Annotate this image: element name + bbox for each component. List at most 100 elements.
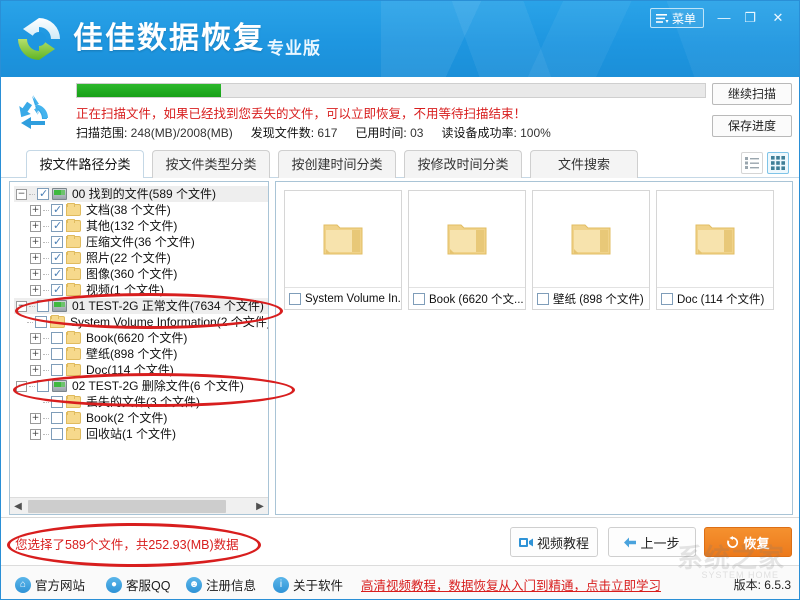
tile-checkbox[interactable]	[289, 293, 301, 305]
tree-row[interactable]: +压缩文件 (36 个文件)	[14, 234, 268, 250]
menu-button[interactable]: 菜单	[650, 8, 704, 28]
footer-link-website[interactable]: ⌂ 官方网站	[15, 575, 85, 594]
tree-connector	[43, 226, 49, 227]
file-tile[interactable]: 壁纸 (898 个文件)	[532, 190, 650, 310]
tree-checkbox[interactable]	[51, 412, 63, 424]
previous-step-button[interactable]: 上一步	[608, 527, 696, 557]
expand-icon[interactable]: +	[30, 285, 41, 296]
app-brand-edition: 专业版	[267, 34, 321, 59]
tree-item-count: (6620 个文件)	[113, 330, 187, 346]
maximize-button[interactable]: ❐	[739, 9, 761, 27]
selection-summary: 您选择了589个文件，共252.93(MB)数据	[15, 534, 239, 553]
tab-0[interactable]: 按文件路径分类	[26, 150, 144, 178]
tree-row[interactable]: + Book (6620 个文件)	[14, 330, 268, 346]
expand-icon[interactable]: +	[30, 365, 41, 376]
expand-icon[interactable]: +	[30, 333, 41, 344]
scroll-right-arrow[interactable]: ▶	[252, 501, 268, 512]
footer-link-qq[interactable]: ● 客服QQ	[106, 575, 170, 594]
tile-checkbox[interactable]	[661, 293, 673, 305]
tree-row[interactable]: +Book (2 个文件)	[14, 410, 268, 426]
tree-row[interactable]: −00 找到的文件 (589 个文件)	[14, 186, 268, 202]
video-tutorial-button[interactable]: 视频教程	[510, 527, 598, 557]
tile-label: 壁纸 (898 个文件)	[553, 291, 644, 307]
tree-row[interactable]: +其他 (132 个文件)	[14, 218, 268, 234]
tree-row[interactable]: +壁纸 (898 个文件)	[14, 346, 268, 362]
footer-link-register[interactable]: ☻ 注册信息	[186, 575, 256, 594]
tree-connector	[29, 386, 35, 387]
collapse-icon[interactable]: −	[16, 301, 27, 312]
tree-row[interactable]: +文档 (38 个文件)	[14, 202, 268, 218]
tree-checkbox[interactable]	[51, 348, 63, 360]
tree-checkbox[interactable]	[51, 284, 63, 296]
scan-stat-value: 248(MB)/2008(MB)	[131, 126, 233, 140]
tab-1[interactable]: 按文件类型分类	[152, 150, 270, 178]
continue-scan-button[interactable]: 继续扫描	[712, 83, 792, 105]
tree-row[interactable]: +回收站 (1 个文件)	[14, 426, 268, 442]
expand-icon[interactable]: +	[30, 237, 41, 248]
tree-checkbox[interactable]	[35, 316, 47, 328]
tree-row[interactable]: +视频 (1 个文件)	[14, 282, 268, 298]
tree-checkbox[interactable]	[51, 236, 63, 248]
tree-horizontal-scrollbar[interactable]: ◀ ▶	[10, 497, 268, 514]
close-button[interactable]: ✕	[767, 9, 789, 27]
expand-icon[interactable]: +	[30, 429, 41, 440]
footer-promo-link[interactable]: 高清视频教程，数据恢复从入门到精通，点击立即学习	[361, 575, 661, 594]
tree-row[interactable]: 丢失的文件 (3 个文件)	[14, 394, 268, 410]
tree-connector	[27, 322, 33, 323]
scrollbar-track[interactable]	[26, 499, 252, 514]
tree-row[interactable]: System Volume Information (2 个文件)	[14, 314, 268, 330]
scan-stat-2: 已用时间: 03	[355, 126, 423, 140]
tree-connector	[29, 194, 35, 195]
tile-checkbox[interactable]	[537, 293, 549, 305]
tree-checkbox[interactable]	[51, 252, 63, 264]
info-icon: i	[273, 577, 289, 593]
tree-item-label: 01 TEST-2G 正常文件	[71, 298, 190, 314]
tree-checkbox[interactable]	[51, 204, 63, 216]
tree-checkbox[interactable]	[51, 428, 63, 440]
tree-checkbox[interactable]	[51, 364, 63, 376]
tree-row[interactable]: −02 TEST-2G 删除文件 (6 个文件)	[14, 378, 268, 394]
grid-view-button[interactable]	[767, 152, 789, 174]
scroll-left-arrow[interactable]: ◀	[10, 501, 26, 512]
tree-checkbox[interactable]	[51, 332, 63, 344]
file-tile[interactable]: System Volume In...	[284, 190, 402, 310]
tree-checkbox[interactable]	[37, 300, 49, 312]
save-progress-button[interactable]: 保存进度	[712, 115, 792, 137]
tree-row[interactable]: +Doc (114 个文件)	[14, 362, 268, 378]
expand-icon[interactable]: +	[30, 205, 41, 216]
tree-item-label: Book	[85, 330, 113, 346]
expand-icon[interactable]: +	[30, 221, 41, 232]
footer-link-about[interactable]: i 关于软件	[273, 575, 343, 594]
tree-item-label: 其他	[85, 218, 110, 234]
tree-item-label: 回收站	[85, 426, 122, 442]
tree-checkbox[interactable]	[37, 188, 49, 200]
collapse-icon[interactable]: −	[16, 189, 27, 200]
file-tree[interactable]: −00 找到的文件 (589 个文件)+文档 (38 个文件)+其他 (132 …	[10, 182, 268, 496]
file-tile-panel[interactable]: System Volume In... Book (6620 个文... 壁纸 (8…	[275, 181, 793, 515]
tree-checkbox[interactable]	[51, 396, 63, 408]
tab-3[interactable]: 按修改时间分类	[404, 150, 522, 178]
recover-refresh-icon	[726, 536, 739, 549]
tree-checkbox[interactable]	[51, 268, 63, 280]
minimize-button[interactable]: —	[713, 9, 735, 27]
expand-icon[interactable]: +	[30, 413, 41, 424]
expand-icon[interactable]: +	[30, 253, 41, 264]
tab-4[interactable]: 文件搜索	[530, 150, 638, 178]
file-tile[interactable]: Book (6620 个文...	[408, 190, 526, 310]
file-tile[interactable]: Doc (114 个文件)	[656, 190, 774, 310]
tree-checkbox[interactable]	[51, 220, 63, 232]
tile-checkbox[interactable]	[413, 293, 425, 305]
recover-button[interactable]: 恢复	[704, 527, 792, 557]
tree-item-label: 00 找到的文件	[71, 186, 149, 202]
expand-icon[interactable]: +	[30, 269, 41, 280]
list-view-button[interactable]	[741, 152, 763, 174]
tree-row[interactable]: +照片 (22 个文件)	[14, 250, 268, 266]
tile-caption: Book (6620 个文...	[409, 287, 525, 309]
expand-icon[interactable]: +	[30, 349, 41, 360]
tree-row[interactable]: −01 TEST-2G 正常文件 (7634 个文件)	[14, 298, 268, 314]
tree-row[interactable]: +图像 (360 个文件)	[14, 266, 268, 282]
tree-checkbox[interactable]	[37, 380, 49, 392]
scrollbar-thumb[interactable]	[28, 500, 226, 513]
tab-2[interactable]: 按创建时间分类	[278, 150, 396, 178]
collapse-icon[interactable]: −	[16, 381, 27, 392]
